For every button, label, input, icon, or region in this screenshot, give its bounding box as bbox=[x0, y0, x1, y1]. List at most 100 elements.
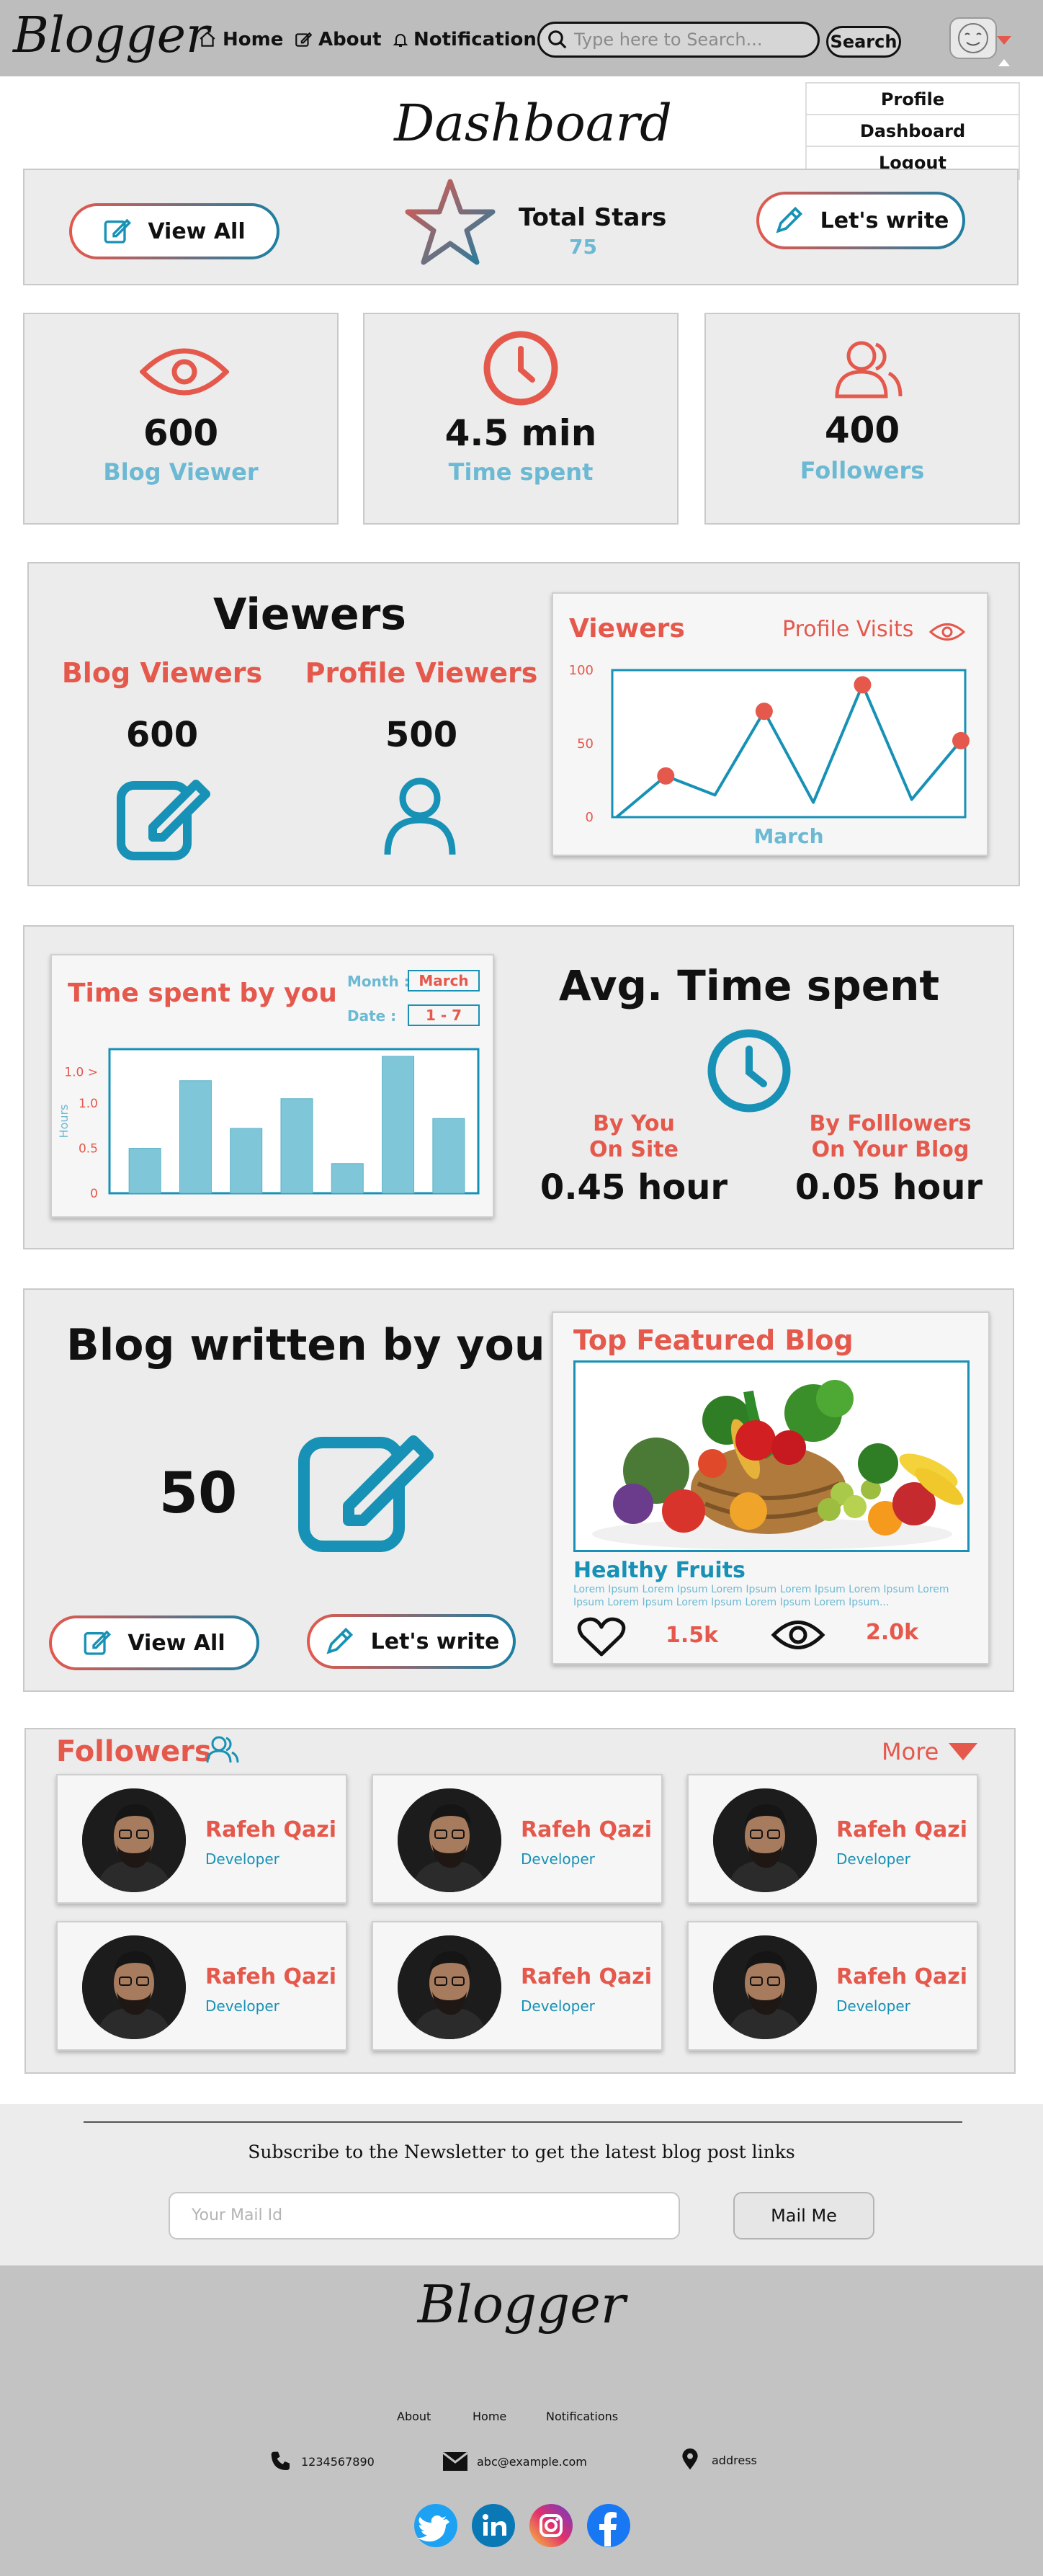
follower-card[interactable]: Rafeh Qazi Developer bbox=[372, 1921, 663, 2051]
profile-visits-label[interactable]: Profile Visits bbox=[782, 617, 913, 642]
follower-name[interactable]: Rafeh Qazi bbox=[836, 1964, 967, 1989]
featured-excerpt-line2: Ipsum Lorem Ipsum Lorem Ipsum Lorem Ipsu… bbox=[573, 1597, 890, 1608]
edit-icon bbox=[294, 30, 313, 49]
follower-name[interactable]: Rafeh Qazi bbox=[205, 1964, 336, 1989]
follower-card[interactable]: Rafeh Qazi Developer bbox=[372, 1774, 663, 1904]
clock-icon bbox=[706, 1028, 792, 1114]
footer-link-notifications[interactable]: Notifications bbox=[546, 2410, 618, 2423]
stat-card-followers: 400 Followers bbox=[704, 313, 1020, 525]
nav-notifications[interactable]: Notifications bbox=[392, 29, 547, 50]
by-followers-value: 0.05 hour bbox=[794, 1167, 983, 1208]
avatar[interactable] bbox=[949, 17, 997, 59]
search-placeholder: Type here to Search... bbox=[574, 30, 763, 50]
profile-dropdown: Profile Dashboard Logout bbox=[805, 82, 1020, 180]
search-input[interactable]: Type here to Search... bbox=[537, 22, 820, 58]
chevron-down-icon[interactable] bbox=[997, 36, 1011, 45]
search-button[interactable]: Search bbox=[826, 26, 901, 58]
bar bbox=[280, 1098, 313, 1194]
star-icon bbox=[403, 176, 497, 269]
views-count: 2.0k bbox=[866, 1620, 919, 1645]
newsletter-divider bbox=[84, 2121, 962, 2123]
footer-link-home[interactable]: Home bbox=[473, 2410, 506, 2423]
follower-card[interactable]: Rafeh Qazi Developer bbox=[56, 1774, 347, 1904]
logo[interactable]: Blogger bbox=[13, 7, 209, 64]
featured-excerpt-line1: Lorem Ipsum Lorem Ipsum Lorem Ipsum Lore… bbox=[573, 1584, 949, 1595]
view-all-button[interactable]: View All bbox=[49, 1615, 259, 1670]
footer-link-about[interactable]: About bbox=[397, 2410, 431, 2423]
stat-label: Blog Viewer bbox=[103, 458, 259, 486]
edit-square-icon bbox=[115, 770, 213, 862]
footer-logo[interactable]: Blogger bbox=[0, 2274, 1043, 2335]
facebook-icon[interactable] bbox=[586, 2503, 631, 2548]
edit-icon bbox=[103, 217, 132, 246]
newsletter-section bbox=[0, 2104, 1043, 2265]
footer-phone: 1234567890 bbox=[269, 2450, 375, 2473]
edit-square-icon bbox=[297, 1418, 438, 1556]
follower-card[interactable]: Rafeh Qazi Developer bbox=[56, 1921, 347, 2051]
month-select[interactable]: March bbox=[408, 970, 480, 991]
follower-role: Developer bbox=[205, 1997, 279, 2015]
total-stars-label: Total Stars bbox=[519, 203, 667, 232]
stat-label: Time spent bbox=[448, 458, 594, 486]
lets-write-label: Let's write bbox=[820, 208, 949, 233]
data-point bbox=[755, 703, 773, 721]
follower-name[interactable]: Rafeh Qazi bbox=[521, 1964, 652, 1989]
stat-card-blog-viewer: 600 Blog Viewer bbox=[23, 313, 339, 525]
nav-about[interactable]: About bbox=[294, 29, 382, 50]
nav-home[interactable]: Home bbox=[198, 29, 283, 50]
avatar[interactable] bbox=[713, 1935, 817, 2039]
dropdown-item-profile[interactable]: Profile bbox=[807, 84, 1019, 115]
avatar[interactable] bbox=[82, 1935, 186, 2039]
date-select[interactable]: 1 - 7 bbox=[408, 1004, 480, 1026]
y-axis-label: Hours bbox=[57, 1105, 71, 1138]
bar bbox=[128, 1148, 161, 1194]
newsletter-email-input[interactable]: Your Mail Id bbox=[169, 2192, 680, 2239]
heart-icon[interactable] bbox=[576, 1617, 627, 1657]
blog-written-title: Blog written by you bbox=[66, 1320, 545, 1371]
follower-name[interactable]: Rafeh Qazi bbox=[205, 1817, 336, 1842]
y-tick-label: 100 bbox=[569, 663, 594, 678]
avatar[interactable] bbox=[398, 1788, 501, 1892]
data-point bbox=[657, 767, 675, 785]
by-you-line2: On Site bbox=[589, 1137, 679, 1162]
by-followers-line2: On Your Blog bbox=[811, 1137, 970, 1162]
y-tick-label: 1.0 > bbox=[64, 1065, 98, 1079]
featured-image[interactable] bbox=[573, 1360, 970, 1552]
dropdown-item-dashboard[interactable]: Dashboard bbox=[807, 115, 1019, 147]
followers-icon bbox=[828, 336, 908, 401]
data-point bbox=[952, 731, 970, 749]
follower-role: Developer bbox=[836, 1850, 910, 1868]
lets-write-button[interactable]: Let's write bbox=[756, 192, 965, 249]
followers-title: Followers bbox=[56, 1735, 212, 1768]
plot-area bbox=[611, 669, 967, 819]
more-link[interactable]: More bbox=[882, 1738, 978, 1765]
linkedin-icon[interactable] bbox=[471, 2503, 516, 2548]
lets-write-button[interactable]: Let's write bbox=[307, 1614, 516, 1669]
by-you-line1: By You bbox=[593, 1111, 675, 1136]
stat-card-time-spent: 4.5 min Time spent bbox=[363, 313, 679, 525]
footer-email[interactable]: abc@example.com bbox=[442, 2451, 587, 2472]
twitter-icon[interactable] bbox=[413, 2503, 458, 2548]
featured-post-title[interactable]: Healthy Fruits bbox=[573, 1558, 746, 1583]
follower-name[interactable]: Rafeh Qazi bbox=[836, 1817, 967, 1842]
eye-icon bbox=[929, 621, 965, 643]
instagram-icon[interactable] bbox=[529, 2503, 573, 2548]
mail-me-button[interactable]: Mail Me bbox=[733, 2192, 874, 2239]
avatar[interactable] bbox=[398, 1935, 501, 2039]
follower-name[interactable]: Rafeh Qazi bbox=[521, 1817, 652, 1842]
avatar[interactable] bbox=[82, 1788, 186, 1892]
location-pin-icon bbox=[679, 2448, 702, 2472]
eye-icon[interactable] bbox=[771, 1617, 825, 1653]
phone-number: 1234567890 bbox=[301, 2454, 375, 2469]
view-all-label: View All bbox=[148, 218, 246, 244]
follower-card[interactable]: Rafeh Qazi Developer bbox=[687, 1921, 978, 2051]
y-tick-label: 50 bbox=[577, 736, 594, 752]
follower-card[interactable]: Rafeh Qazi Developer bbox=[687, 1774, 978, 1904]
x-axis-label: March bbox=[753, 824, 823, 848]
month-label: Month : bbox=[347, 973, 410, 990]
bar bbox=[331, 1163, 364, 1194]
by-followers-line1: By Folllowers bbox=[809, 1111, 972, 1136]
avatar[interactable] bbox=[713, 1788, 817, 1892]
date-label: Date : bbox=[347, 1007, 397, 1025]
view-all-button[interactable]: View All bbox=[69, 203, 279, 259]
